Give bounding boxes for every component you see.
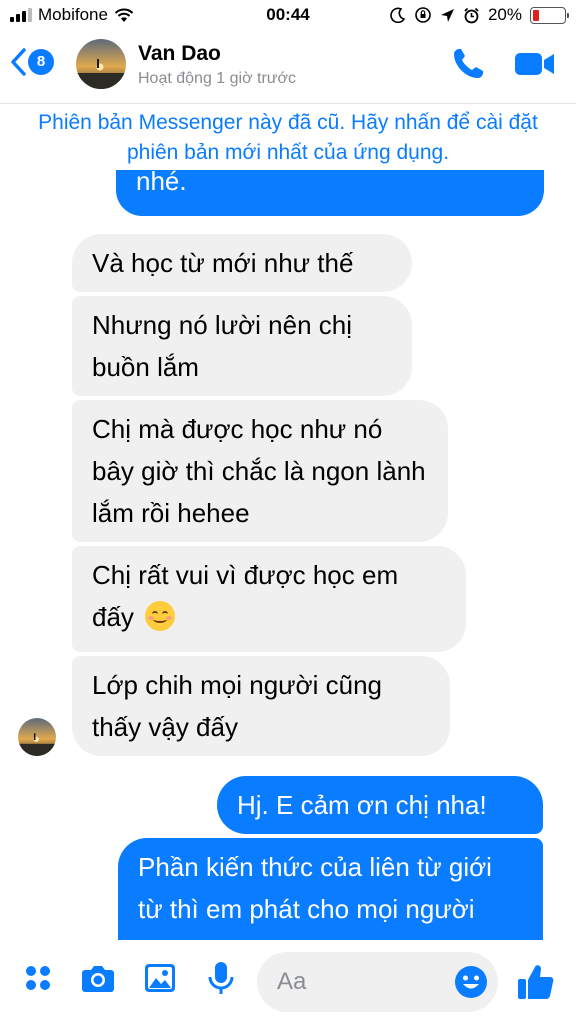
update-banner[interactable]: Phiên bản Messenger này đã cũ. Hãy nhấn … <box>0 108 576 168</box>
battery-level <box>533 9 539 21</box>
voice-message-button[interactable] <box>203 960 239 996</box>
contact-name[interactable]: Van Dao <box>138 42 221 66</box>
emoji-icon[interactable] <box>454 965 488 999</box>
location-icon <box>440 8 454 22</box>
camera-button[interactable] <box>80 960 116 996</box>
video-camera-icon[interactable] <box>514 48 556 80</box>
message-bubble-outgoing[interactable]: Hj. E cảm ơn chị nha! <box>217 776 543 834</box>
message-bubble-incoming[interactable]: Chị mà được học như nó bây giờ thì chắc … <box>72 400 448 542</box>
contact-active-status: Hoạt động 1 giờ trước <box>138 70 296 87</box>
message-bubble-outgoing[interactable]: nhé. <box>116 170 544 216</box>
contact-avatar[interactable] <box>76 39 126 89</box>
battery-icon <box>530 6 569 24</box>
phone-icon[interactable] <box>450 46 486 82</box>
unread-badge: 8 <box>28 49 54 75</box>
message-text: Hj. E cảm ơn chị nha! <box>237 790 487 820</box>
more-actions-button[interactable] <box>20 960 56 996</box>
message-list: nhé. Và học từ mới như thế Nhưng nó lười… <box>0 170 576 940</box>
message-text: Chị rất vui vì được học em đấy <box>92 560 399 632</box>
photo-icon <box>145 964 175 992</box>
avatar-photo <box>18 718 56 756</box>
alarm-icon <box>464 7 479 23</box>
back-button[interactable]: 8 <box>10 48 54 76</box>
status-right: 20% <box>390 5 569 25</box>
conversation-header: 8 Van Dao Hoạt động 1 giờ trước <box>0 30 576 104</box>
message-bubble-outgoing[interactable]: Phần kiến thức của liên từ giới từ thì e… <box>118 838 543 940</box>
rotation-lock-icon <box>415 7 431 23</box>
smiling-face-emoji <box>145 601 176 631</box>
sender-avatar[interactable] <box>18 718 56 756</box>
message-bubble-incoming[interactable]: Và học từ mới như thế <box>72 234 412 292</box>
message-text: Và học từ mới như thế <box>92 248 354 278</box>
thumbs-up-icon[interactable] <box>516 962 556 1002</box>
message-text: Nhưng nó lười nên chị buồn lắm <box>92 310 352 382</box>
message-bubble-incoming[interactable]: Lớp chih mọi người cũng thấy vậy đấy <box>72 656 450 756</box>
message-composer[interactable] <box>257 952 498 1012</box>
moon-icon <box>390 7 406 23</box>
composer-bar <box>0 940 576 1024</box>
message-bubble-incoming[interactable]: Nhưng nó lười nên chị buồn lắm <box>72 296 412 396</box>
avatar-photo <box>76 39 126 89</box>
camera-icon <box>82 966 114 992</box>
message-bubble-incoming[interactable]: Chị rất vui vì được học em đấy <box>72 546 466 652</box>
message-text: nhé. <box>136 170 187 196</box>
status-bar: Mobifone 00:44 20% <box>0 0 576 30</box>
gallery-button[interactable] <box>142 960 178 996</box>
menu-dots-icon <box>26 966 50 990</box>
message-text: Lớp chih mọi người cũng thấy vậy đấy <box>92 670 382 742</box>
battery-percent: 20% <box>487 5 522 24</box>
message-text: Chị mà được học như nó bây giờ thì chắc … <box>92 414 426 528</box>
message-input[interactable] <box>277 964 447 1000</box>
message-text: Phần kiến thức của liên từ giới từ thì e… <box>138 852 492 940</box>
microphone-icon <box>208 962 234 994</box>
back-chevron-icon <box>11 48 26 76</box>
